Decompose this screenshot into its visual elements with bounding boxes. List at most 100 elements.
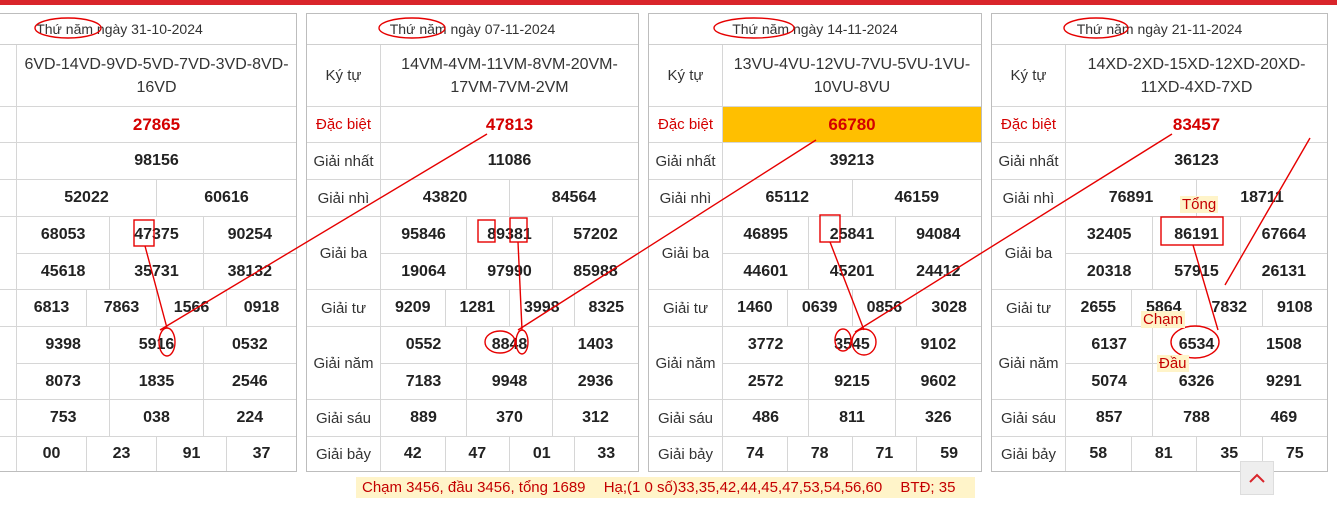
prize-number: 9108 xyxy=(1276,299,1313,316)
panel-date-header: Thứ năm ngày 07-11-2024 xyxy=(307,14,638,45)
prize-number: 8325 xyxy=(588,299,625,316)
prize-number: 78 xyxy=(788,437,853,471)
prize-label-g3: Giải ba xyxy=(992,217,1066,289)
prize-number: 1508 xyxy=(1266,336,1302,353)
prize-number: 74 xyxy=(723,437,788,471)
special-prize-number: 66780 xyxy=(723,107,981,142)
prize-label-db: Đặc biệt xyxy=(992,107,1066,142)
prize-label-g1: Giải nhất xyxy=(649,143,723,179)
footer-prediction: Chạm 3456, đầu 3456, tổng 1689 Hạ;(1 0 s… xyxy=(356,477,976,498)
prize-label-g5: năm xyxy=(0,327,17,399)
prize-number: 2655 xyxy=(1066,290,1132,326)
ticket-code: 14VM-4VM-11VM-8VM-20VM-17VM-7VM-2VM xyxy=(401,55,618,96)
ticket-code: 6VD-14VD-9VD-5VD-7VD-3VD-8VD-16VD xyxy=(24,55,289,96)
panel-date-header: Thứ năm ngày 31-10-2024 xyxy=(0,14,296,45)
prize-number: 9102 xyxy=(920,336,957,353)
prize-number: 788 xyxy=(1153,400,1241,436)
prize-number: 81 xyxy=(1132,437,1197,471)
prize-number: 84564 xyxy=(551,189,597,206)
ticket-code: 14XD-2XD-15XD-12XD-20XD-11XD-4XD-7XD xyxy=(1087,55,1306,96)
prize-label-g4: Giải tư xyxy=(992,290,1066,326)
prize-number: 00 xyxy=(17,437,87,471)
prize-number: 9215 xyxy=(809,364,896,400)
prize-label-g2: Giải nhì xyxy=(992,180,1066,216)
prize-label-g6: Giải sáu xyxy=(992,400,1066,436)
prize-number: 0532 xyxy=(232,336,268,353)
prize-number: 85988 xyxy=(573,263,618,280)
prize-number: 47375 xyxy=(110,217,204,253)
prize-label-db: Đặc biệt xyxy=(307,107,381,142)
prize-number: 57202 xyxy=(573,226,618,243)
prize-label-g4: Giải tư xyxy=(307,290,381,326)
prize-label-g7: Giải bảy xyxy=(649,437,723,471)
scroll-top-button[interactable] xyxy=(1240,461,1274,495)
prize-number: 38132 xyxy=(227,263,273,280)
result-panel: Thứ năm ngày 31-10-2024tự6VD-14VD-9VD-5V… xyxy=(0,13,297,472)
prize-label-g3: Giải ba xyxy=(307,217,381,289)
prize-number: 7183 xyxy=(381,364,467,400)
prize-number: 20318 xyxy=(1066,254,1154,290)
prize-label-g2: nhì xyxy=(0,180,17,216)
prize-number: 312 xyxy=(582,409,609,426)
prize-number: 370 xyxy=(467,400,553,436)
prize-number: 1403 xyxy=(577,336,614,353)
prize-number: 2572 xyxy=(723,364,810,400)
prize-number: 23 xyxy=(87,437,157,471)
result-panel: Thứ năm ngày 07-11-2024 Ký tự 14VM-4VM-11V… xyxy=(306,13,639,472)
prize-number: 86191 xyxy=(1153,217,1241,253)
result-panel: Thứ năm ngày 21-11-2024 Ký tự 14XD-2XD-15X… xyxy=(991,13,1328,472)
prize-number: 43820 xyxy=(381,180,510,216)
prize-label-g1: Giải nhất xyxy=(307,143,381,179)
prize-number: 0856 xyxy=(853,290,918,326)
prize-number: 24412 xyxy=(916,263,961,280)
footer-part-cham: Chạm 3456, đầu 3456, tổng 1689 xyxy=(362,479,586,496)
prize-number: 91 xyxy=(157,437,227,471)
prize-number: 889 xyxy=(381,400,467,436)
date-label: ngày 14-11-2024 xyxy=(789,21,898,37)
prize-label-kytu: tự xyxy=(0,45,17,106)
prize-number: 98156 xyxy=(134,152,179,169)
prize-number: 1281 xyxy=(446,290,510,326)
prize-number: 5074 xyxy=(1066,364,1154,400)
prize-label-g2: Giải nhì xyxy=(307,180,381,216)
prize-number: 11086 xyxy=(487,152,532,169)
prize-number: 9291 xyxy=(1266,373,1302,390)
prize-number: 39213 xyxy=(829,152,875,169)
prize-number: 33 xyxy=(597,445,616,462)
prize-number: 0918 xyxy=(243,299,280,316)
prize-label-g6: Giải sáu xyxy=(307,400,381,436)
prize-number: 8073 xyxy=(17,364,111,400)
prize-number: 1835 xyxy=(110,364,204,400)
prize-number: 71 xyxy=(853,437,918,471)
prize-number: 2546 xyxy=(232,373,268,390)
prize-number: 68053 xyxy=(17,217,111,253)
prize-number: 94084 xyxy=(916,226,961,243)
prize-number: 67664 xyxy=(1261,226,1307,243)
prize-number: 65112 xyxy=(723,180,853,216)
ticket-code: 13VU-4VU-12VU-7VU-5VU-1VU-10VU-8VU xyxy=(733,55,971,96)
date-label: ngày 07-11-2024 xyxy=(446,21,556,37)
prize-number: 52022 xyxy=(17,180,157,216)
top-red-bar xyxy=(0,0,1337,5)
chevron-up-icon xyxy=(1249,473,1265,483)
special-prize-number: 47813 xyxy=(485,114,534,134)
prize-number: 42 xyxy=(381,437,446,471)
prize-number: 36123 xyxy=(1174,152,1219,169)
prize-number: 46159 xyxy=(894,189,940,206)
prize-number: 37 xyxy=(252,445,271,462)
prize-number: 9602 xyxy=(920,373,957,390)
prize-label-kytu: Ký tự xyxy=(992,45,1066,106)
prize-number: 326 xyxy=(924,409,952,426)
special-prize-number: 27865 xyxy=(132,114,181,134)
prize-number: 3772 xyxy=(723,327,810,363)
prize-number: 5916 xyxy=(110,327,204,363)
footer-part-ha: Hạ;(1 0 số)33,35,42,44,45,47,53,54,56,60 xyxy=(603,479,883,496)
prize-label-kytu: Ký tự xyxy=(307,45,381,106)
prize-number: 25841 xyxy=(809,217,896,253)
result-panel: Thứ năm ngày 14-11-2024 Ký tự 13VU-4VU-12V… xyxy=(648,13,982,472)
prize-number: 3998 xyxy=(510,290,575,326)
prize-number: 0552 xyxy=(381,327,467,363)
prize-label-kytu: Ký tự xyxy=(649,45,723,106)
prize-number: 19064 xyxy=(381,254,467,290)
prize-number: 95846 xyxy=(381,217,467,253)
